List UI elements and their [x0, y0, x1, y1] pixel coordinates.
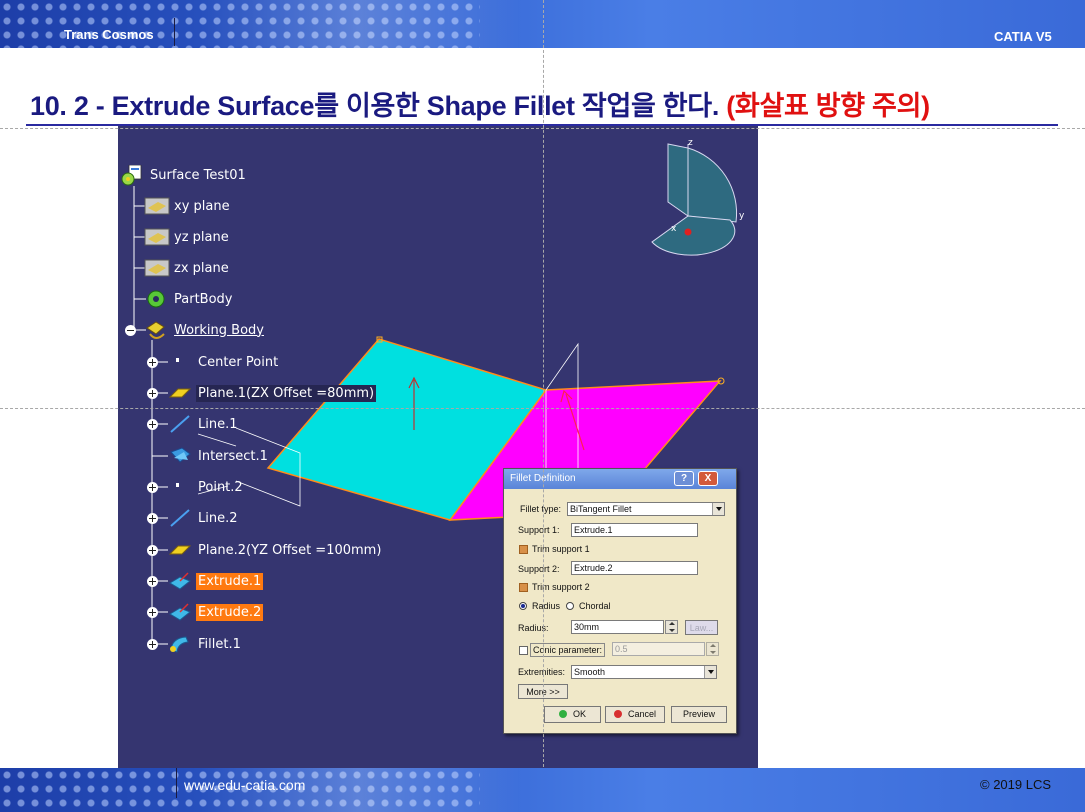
line-icon [168, 414, 192, 434]
fillet-type-select[interactable]: BiTangent Fillet [567, 502, 725, 516]
trim-support2-checkbox[interactable] [519, 583, 528, 592]
expand-line2-toggle[interactable] [147, 513, 158, 524]
header-divider [174, 18, 175, 46]
tree-item-xy-plane[interactable]: xy plane [144, 195, 232, 217]
tree-item-point-2[interactable]: Point.2 [168, 476, 245, 498]
tree-item-extrude-1[interactable]: Extrude.1 [168, 570, 264, 592]
plane-icon [144, 258, 170, 278]
fillet-icon [168, 634, 192, 654]
tree-item-zx-plane[interactable]: zx plane [144, 257, 231, 279]
compass-x-label: x [671, 224, 677, 234]
tree-item-extrude-2[interactable]: Extrude.2 [168, 601, 264, 623]
footer-band: www.edu-catia.com © 2019 LCS [0, 768, 1085, 812]
tree-item-working-body[interactable]: Working Body [144, 319, 266, 341]
compass-z-label: z [688, 138, 693, 148]
tree-item-line-1[interactable]: Line.1 [168, 413, 240, 435]
tree-item-line-2[interactable]: Line.2 [168, 507, 240, 529]
plane-feature-icon [168, 383, 192, 403]
radius-radio-label: Radius [532, 601, 561, 611]
part-document-icon [120, 164, 144, 186]
dialog-titlebar[interactable]: Fillet Definition ? X [504, 469, 736, 489]
footer-copyright: © 2019 LCS [980, 777, 1052, 792]
plane-feature-icon [168, 540, 192, 560]
cancel-icon [613, 710, 622, 718]
conic-parameter-checkbox[interactable] [519, 646, 528, 655]
chevron-down-icon [712, 503, 724, 515]
law-button[interactable]: Law... [685, 620, 718, 635]
close-button[interactable]: X [698, 471, 718, 486]
preview-button[interactable]: Preview [671, 706, 727, 723]
tree-item-yz-plane[interactable]: yz plane [144, 226, 231, 248]
trim-support2-label: Trim support 2 [532, 582, 590, 592]
radius-radio[interactable] [519, 602, 527, 610]
extremities-select[interactable]: Smooth [571, 665, 717, 679]
tree-item-center-point[interactable]: Center Point [168, 351, 280, 373]
expand-point2-toggle[interactable] [147, 482, 158, 493]
header-product-label: CATIA V5 [994, 29, 1052, 44]
ok-button[interactable]: OK [544, 706, 601, 723]
support1-field[interactable]: Extrude.1 [571, 523, 698, 537]
tree-item-plane-1[interactable]: Plane.1(ZX Offset =80mm) [168, 382, 377, 404]
tree-item-plane-2[interactable]: Plane.2(YZ Offset =100mm) [168, 539, 383, 561]
support2-field[interactable]: Extrude.2 [571, 561, 698, 575]
expand-extrude2-toggle[interactable] [147, 607, 158, 618]
compass-y-label: y [739, 211, 745, 221]
page-title-note: (화살표 방향 주의) [726, 91, 930, 121]
support2-label: Support 2: [518, 564, 560, 574]
point-icon [168, 477, 192, 497]
footer-divider [176, 768, 177, 798]
guide-line-v1 [543, 0, 544, 812]
header-company-label: Trans Cosmos [64, 27, 154, 42]
tree-item-intersect-1[interactable]: Intersect.1 [168, 445, 270, 467]
expand-plane2-toggle[interactable] [147, 545, 158, 556]
fillet-type-label: Fillet type: [520, 504, 562, 514]
conic-parameter-stepper[interactable] [706, 642, 719, 656]
expand-line1-toggle[interactable] [147, 419, 158, 430]
footer-website-link[interactable]: www.edu-catia.com [184, 777, 305, 793]
chordal-radio[interactable] [566, 602, 574, 610]
ok-icon [558, 710, 567, 718]
radius-stepper[interactable] [665, 620, 678, 634]
partbody-gear-icon [144, 289, 168, 309]
plane-icon [144, 227, 170, 247]
expand-center-point-toggle[interactable] [147, 357, 158, 368]
intersect-icon [168, 446, 192, 466]
extrude-icon [168, 602, 192, 622]
conic-parameter-label: Conic parameter: [530, 643, 606, 657]
chevron-down-icon [704, 666, 716, 678]
page-title: 10. 2 - Extrude Surface를 이용한 Shape Fille… [30, 84, 930, 123]
extrude-icon [168, 571, 192, 591]
tree-item-fillet-1[interactable]: Fillet.1 [168, 633, 243, 655]
help-button[interactable]: ? [674, 471, 694, 486]
expand-plane1-toggle[interactable] [147, 388, 158, 399]
cancel-button[interactable]: Cancel [605, 706, 665, 723]
radius-input[interactable]: 30mm [571, 620, 664, 634]
extremities-label: Extremities: [518, 667, 566, 677]
open-body-icon [144, 320, 168, 340]
plane-icon [144, 196, 170, 216]
expand-extrude1-toggle[interactable] [147, 576, 158, 587]
support1-label: Support 1: [518, 525, 560, 535]
tree-item-partbody[interactable]: PartBody [144, 288, 234, 310]
expand-fillet1-toggle[interactable] [147, 639, 158, 650]
chordal-radio-label: Chordal [579, 601, 611, 611]
line-icon [168, 508, 192, 528]
page-title-main: 10. 2 - Extrude Surface를 이용한 Shape Fille… [30, 91, 727, 121]
point-icon [168, 352, 192, 372]
collapse-working-body-toggle[interactable] [125, 325, 136, 336]
conic-parameter-input[interactable]: 0.5 [612, 642, 705, 656]
tree-item-surface-test01[interactable]: Surface Test01 [120, 164, 248, 186]
fillet-definition-dialog: Fillet Definition ? X Fillet type: BiTan… [503, 468, 737, 734]
trim-support1-checkbox[interactable] [519, 545, 528, 554]
compass-widget [651, 143, 738, 256]
trim-support1-label: Trim support 1 [532, 544, 590, 554]
